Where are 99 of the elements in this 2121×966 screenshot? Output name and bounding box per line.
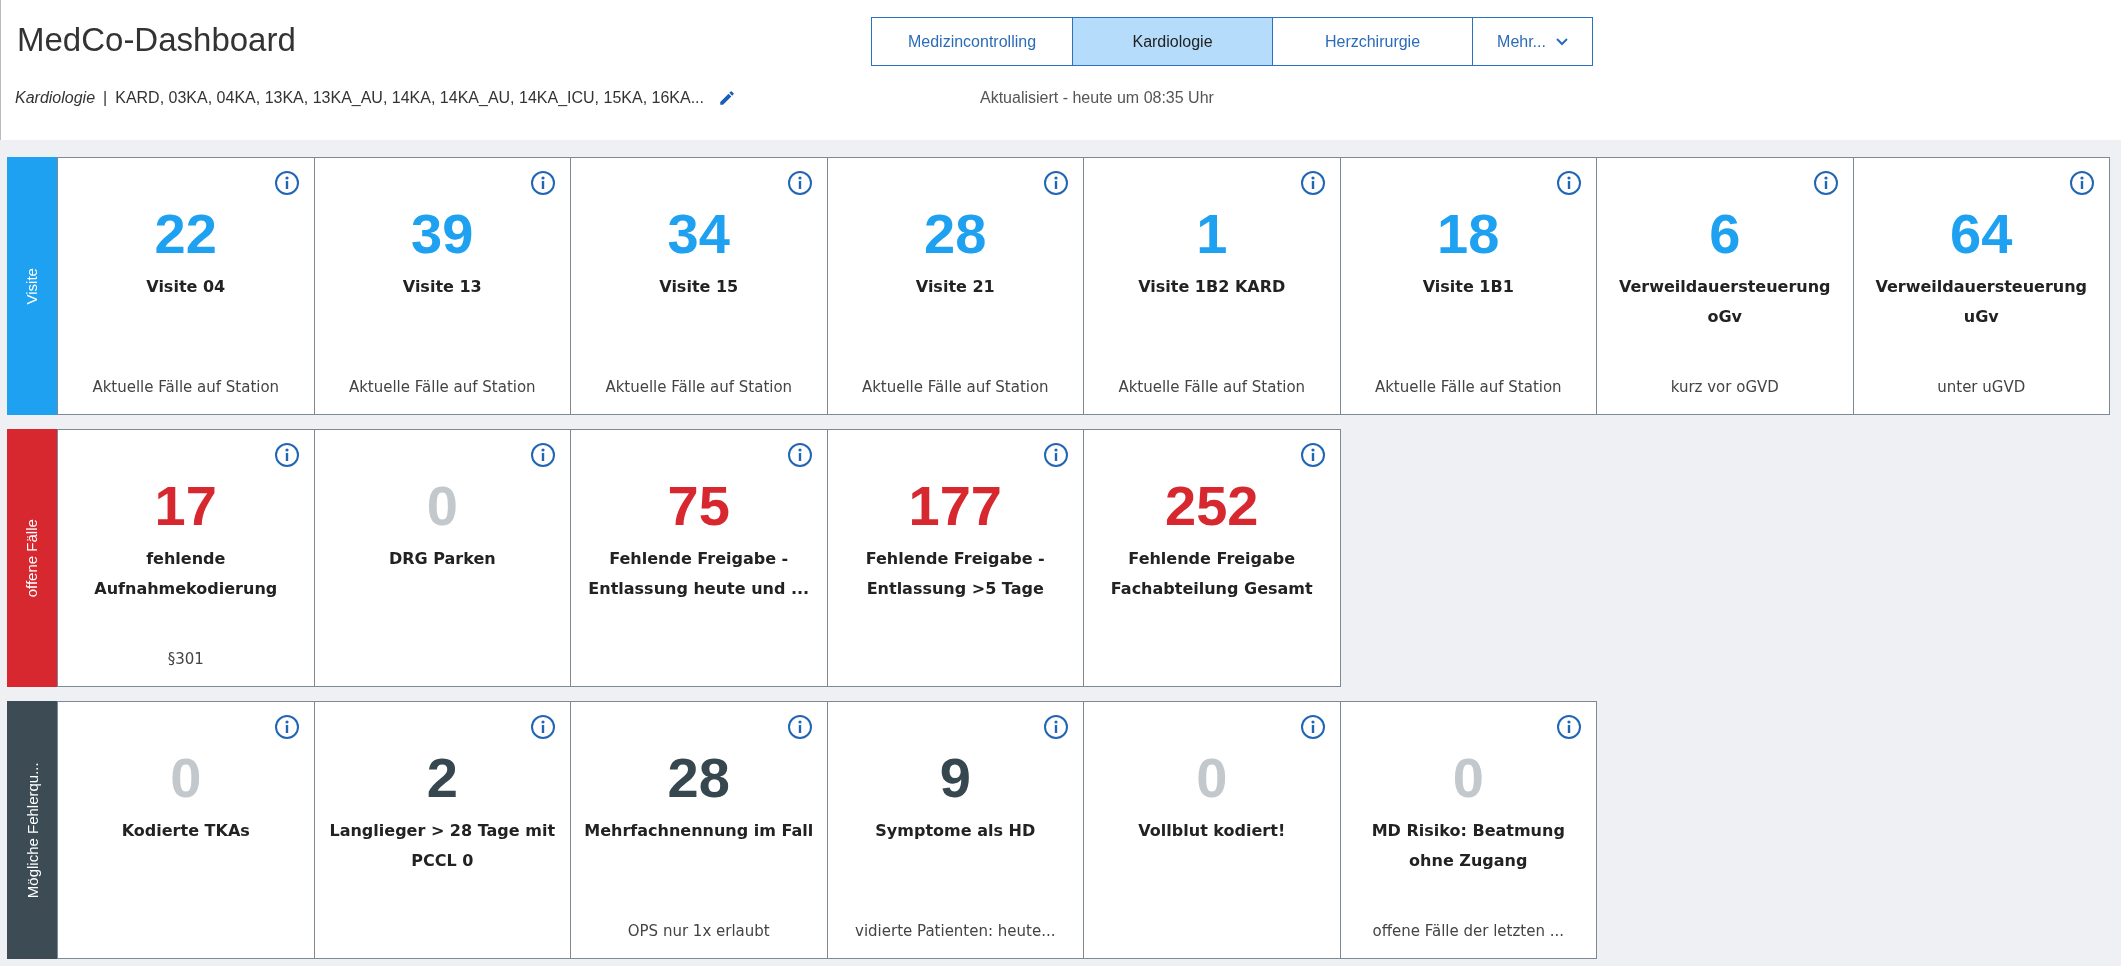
kpi-card[interactable]: 64 Verweildauersteuerung uGv unter uGVD	[1852, 157, 2110, 415]
kpi-title: Visite 04	[145, 276, 227, 298]
kpi-subtitle: Aktuelle Fälle auf Station	[860, 376, 1050, 398]
info-icon[interactable]	[273, 442, 300, 468]
kpi-title: Verweildauersteuerung uGv	[1874, 276, 2089, 328]
kpi-title: Mehrfachnennung im Fall	[583, 820, 815, 842]
info-icon[interactable]	[1043, 714, 1069, 740]
kpi-title: MD Risiko: Beatmung ohne Zugang	[1370, 820, 1566, 872]
separator-text: |	[103, 88, 108, 108]
kpi-card[interactable]: 9 Symptome als HD vidierte Patienten: heute...	[826, 701, 1084, 959]
kpi-title: Kodierte TKAs	[120, 820, 251, 842]
info-icon[interactable]	[786, 442, 813, 468]
kpi-card[interactable]: 28 Visite 21 Aktuelle Fälle auf Station	[826, 157, 1084, 415]
kpi-subtitle: Aktuelle Fälle auf Station	[1373, 376, 1563, 398]
kpi-card[interactable]: 2 Langlieger > 28 Tage mit PCCL 0	[313, 701, 571, 959]
info-icon[interactable]	[1556, 714, 1582, 740]
kpi-card[interactable]: 39 Visite 13 Aktuelle Fälle auf Station	[313, 157, 571, 415]
info-icon[interactable]	[1299, 714, 1326, 740]
kpi-subtitle: Aktuelle Fälle auf Station	[91, 376, 281, 398]
info-icon[interactable]	[1812, 170, 1839, 196]
kpi-title: Visite 15	[658, 276, 740, 298]
kpi-title: fehlende Aufnahmekodierung	[93, 548, 279, 600]
kpi-value: 28	[667, 748, 730, 808]
kpi-title: Langlieger > 28 Tage mit PCCL 0	[328, 820, 557, 872]
kpi-subtitle: offene Fälle der letzten ...	[1371, 920, 1565, 942]
info-icon[interactable]	[2069, 170, 2095, 196]
kpi-subtitle: kurz vor oGVD	[1669, 376, 1780, 398]
kpi-card[interactable]: 34 Visite 15 Aktuelle Fälle auf Station	[570, 157, 828, 415]
page-title: MedCo-Dashboard	[17, 20, 296, 60]
kpi-card[interactable]: 0 Vollblut kodiert!	[1083, 701, 1341, 959]
kpi-value: 28	[924, 204, 987, 264]
info-icon[interactable]	[530, 170, 556, 196]
updated-text: Aktualisiert - heute um 08:35 Uhr	[980, 88, 1214, 108]
kpi-value: 0	[170, 748, 202, 808]
kpi-subtitle: Aktuelle Fälle auf Station	[347, 376, 537, 398]
kpi-title: Fehlende Freigabe - Entlassung >5 Tage	[864, 548, 1046, 600]
kpi-value: 17	[154, 476, 217, 536]
info-icon[interactable]	[530, 714, 556, 740]
kpi-title: Visite 21	[914, 276, 996, 298]
section-label: offene Fälle	[22, 518, 42, 598]
info-icon[interactable]	[1043, 442, 1069, 468]
kpi-title: Vollblut kodiert!	[1137, 820, 1287, 842]
info-icon[interactable]	[1299, 442, 1326, 468]
kpi-subtitle: unter uGVD	[1936, 376, 2027, 398]
kpi-card[interactable]: 6 Verweildauersteuerung oGv kurz vor oGVD	[1596, 157, 1854, 415]
kpi-value: 39	[411, 204, 474, 264]
kpi-value: 6	[1709, 204, 1741, 264]
kpi-card[interactable]: 0 Kodierte TKAs	[57, 701, 315, 959]
kpi-card[interactable]: 252 Fehlende Freigabe Fachabteilung Gesamt	[1083, 429, 1341, 687]
info-icon[interactable]	[786, 170, 813, 196]
kpi-value: 18	[1437, 204, 1500, 264]
edit-icon[interactable]	[718, 89, 736, 107]
section-label: Mögliche Fehlerqu...	[22, 762, 42, 898]
kpi-title: Visite 1B2 KARD	[1137, 276, 1287, 298]
kpi-value: 0	[426, 476, 458, 536]
info-icon[interactable]	[273, 170, 300, 196]
kpi-card[interactable]: 0 DRG Parken	[313, 429, 571, 687]
kpi-subtitle: §301	[166, 648, 205, 670]
kpi-value: 2	[426, 748, 458, 808]
kpi-subtitle: vidierte Patienten: heute...	[854, 920, 1057, 942]
kpi-subtitle: Aktuelle Fälle auf Station	[1117, 376, 1307, 398]
info-icon[interactable]	[1556, 170, 1582, 196]
kpi-card[interactable]: 0 MD Risiko: Beatmung ohne Zugang offene Fälle der letzten ...	[1339, 701, 1597, 959]
kpi-value: 0	[1196, 748, 1228, 808]
kpi-subtitle: Aktuelle Fälle auf Station	[604, 376, 794, 398]
section-label: Visite	[22, 267, 42, 305]
kpi-card[interactable]: 17 fehlende Aufnahmekodierung §301	[57, 429, 315, 687]
kpi-title: Fehlende Freigabe - Entlassung heute und ...	[587, 548, 811, 600]
kpi-title: Symptome als HD	[874, 820, 1037, 842]
info-icon[interactable]	[1043, 170, 1069, 196]
kpi-card[interactable]: 22 Visite 04 Aktuelle Fälle auf Station	[57, 157, 315, 415]
chevron-down-icon	[1555, 37, 1568, 46]
kpi-value: 1	[1196, 204, 1228, 264]
kpi-value: 75	[667, 476, 730, 536]
tab[interactable]: Kardiologie	[1072, 18, 1272, 65]
kpi-card[interactable]: 28 Mehrfachnennung im Fall OPS nur 1x erlaubt	[570, 701, 828, 959]
kpi-title: Fehlende Freigabe Fachabteilung Gesamt	[1109, 548, 1314, 600]
kpi-value: 0	[1452, 748, 1484, 808]
kpi-card[interactable]: 18 Visite 1B1 Aktuelle Fälle auf Station	[1339, 157, 1597, 415]
kpi-card[interactable]: 1 Visite 1B2 KARD Aktuelle Fälle auf Station	[1083, 157, 1341, 415]
kpi-value: 252	[1165, 476, 1259, 536]
kpi-value: 34	[667, 204, 730, 264]
kpi-value: 9	[939, 748, 971, 808]
info-icon[interactable]	[273, 714, 300, 740]
kpi-card[interactable]: 75 Fehlende Freigabe - Entlassung heute und ...	[570, 429, 828, 687]
info-icon[interactable]	[530, 442, 556, 468]
info-icon[interactable]	[1299, 170, 1326, 196]
kpi-title: DRG Parken	[387, 548, 497, 570]
info-icon[interactable]	[786, 714, 813, 740]
kpi-title: Visite 13	[401, 276, 483, 298]
department-label: Kardiologie	[15, 88, 96, 108]
kpi-title: Verweildauersteuerung oGv	[1617, 276, 1832, 328]
kpi-subtitle: OPS nur 1x erlaubt	[626, 920, 771, 942]
kpi-value: 177	[908, 476, 1002, 536]
kpi-title: Visite 1B1	[1421, 276, 1515, 298]
stations-text: KARD, 03KA, 04KA, 13KA, 13KA_AU, 14KA, 14KA_AU, 14KA_ICU, 15KA, 16KA...	[115, 88, 704, 108]
kpi-value: 64	[1950, 204, 2013, 264]
kpi-card[interactable]: 177 Fehlende Freigabe - Entlassung >5 Tage	[826, 429, 1084, 687]
kpi-value: 22	[154, 204, 217, 264]
